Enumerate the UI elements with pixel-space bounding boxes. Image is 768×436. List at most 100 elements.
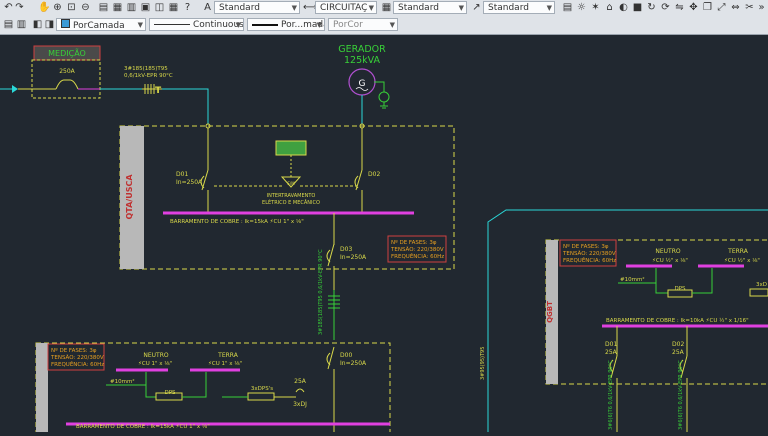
d03-breaker bbox=[326, 243, 335, 267]
mirror-icon[interactable]: ⇋ bbox=[674, 2, 685, 13]
layer-lock-icon[interactable]: ⌂ bbox=[604, 2, 615, 13]
properties-toolbar: ▤ ▥ ◧ ◨ PorCamada ▼ Continuous ▼ Por...mad… bbox=[0, 16, 768, 35]
zoom-realtime-icon[interactable]: ⊕ bbox=[52, 2, 63, 13]
svg-text:TERRA: TERRA bbox=[217, 352, 239, 359]
linetype-dropdown[interactable]: Continuous ▼ bbox=[149, 18, 244, 31]
text-style-dropdown[interactable]: Standard ▼ bbox=[214, 1, 300, 14]
plotstyle-dropdown[interactable]: PorCor ▼ bbox=[328, 18, 398, 31]
svg-text:Nº DE FASES: 3φ: Nº DE FASES: 3φ bbox=[563, 243, 609, 250]
color-swatch bbox=[61, 19, 70, 28]
design-center-icon[interactable]: ▦ bbox=[112, 2, 123, 13]
layer-previous-icon[interactable]: ◨ bbox=[44, 19, 55, 30]
qgbt-label: QGBT bbox=[546, 301, 554, 323]
zoom-previous-icon[interactable]: ⊖ bbox=[80, 2, 91, 13]
d01-label: D01 bbox=[176, 171, 188, 178]
interlock-box bbox=[275, 140, 307, 156]
table-style-dropdown[interactable]: Standard ▼ bbox=[393, 1, 467, 14]
layer-freeze-icon[interactable]: ✶ bbox=[590, 2, 601, 13]
zoom-window-icon[interactable]: ⊡ bbox=[66, 2, 77, 13]
cable1-spec: 3#185(185)T95 bbox=[124, 66, 168, 72]
match-properties-icon[interactable]: ◧ bbox=[32, 19, 43, 30]
color-icon[interactable]: ■ bbox=[632, 2, 643, 13]
svg-text:TENSÃO: 220/380V: TENSÃO: 220/380V bbox=[562, 250, 616, 257]
lineweight-dropdown[interactable]: Por...mada ▼ bbox=[247, 18, 325, 31]
dim-style-dropdown[interactable]: CIRCUITAÇ ▼ bbox=[315, 1, 377, 14]
d01-rating: In=250A bbox=[176, 179, 203, 186]
layer-state-icon[interactable]: ▤ bbox=[3, 19, 14, 30]
interlock-label: INTERTRAVAMENTO bbox=[267, 193, 316, 199]
svg-text:#10mm²: #10mm² bbox=[110, 378, 135, 385]
help-icon[interactable]: ? bbox=[182, 2, 193, 13]
undo-icon[interactable]: ↶ bbox=[3, 2, 14, 13]
bottom-panel-label-bar bbox=[36, 343, 48, 436]
pan-icon[interactable]: ✋ bbox=[38, 2, 50, 13]
properties-icon[interactable]: ▤ bbox=[98, 2, 109, 13]
svg-text:D01: D01 bbox=[605, 341, 617, 348]
svg-text:⚡CU 1" x ⅛": ⚡CU 1" x ⅛" bbox=[138, 360, 172, 367]
qgbt-dps3-device bbox=[749, 288, 768, 297]
layer-isolate-icon[interactable]: ◐ bbox=[618, 2, 629, 13]
layer-manager-icon[interactable]: ▥ bbox=[16, 19, 27, 30]
svg-text:NEUTRO: NEUTRO bbox=[655, 248, 681, 255]
svg-text:3#6(6)T6 0,6/1kV-EPR 90°C: 3#6(6)T6 0,6/1kV-EPR 90°C bbox=[678, 360, 684, 430]
svg-text:⚡CU 1" x ⅛": ⚡CU 1" x ⅛" bbox=[208, 360, 242, 367]
svg-text:DPS: DPS bbox=[674, 286, 686, 292]
svg-text:#10mm²: #10mm² bbox=[620, 276, 645, 283]
rotate-icon[interactable]: ⟳ bbox=[660, 2, 671, 13]
svg-text:TERRA: TERRA bbox=[727, 248, 749, 255]
table-style-icon: ▦ bbox=[381, 2, 392, 13]
refresh-icon[interactable]: ↻ bbox=[646, 2, 657, 13]
svg-text:D02: D02 bbox=[672, 341, 684, 348]
move-icon[interactable]: ✥ bbox=[688, 2, 699, 13]
svg-text:3#6(6)T6 0,6/1kV-EPR 90°C: 3#6(6)T6 0,6/1kV-EPR 90°C bbox=[608, 360, 614, 430]
d03-rating: In=250A bbox=[340, 254, 367, 261]
svg-text:⚡CU ½" x ⅛": ⚡CU ½" x ⅛" bbox=[724, 257, 760, 264]
meter-breaker-label: 250A bbox=[59, 68, 75, 75]
single-line-diagram: MEDIÇÃO 250A 3#185(185)T95 0,6/1kV-EPR 9… bbox=[0, 44, 768, 436]
svg-text:25A: 25A bbox=[605, 349, 618, 356]
svg-text:3xDJ: 3xDJ bbox=[293, 401, 307, 408]
qgbt-feeder-cable: 3#95(95)T95 bbox=[480, 347, 486, 380]
tool-palettes-icon[interactable]: ▥ bbox=[126, 2, 137, 13]
more-tools-icon[interactable]: » bbox=[756, 2, 767, 13]
incoming-feeder-arrow bbox=[12, 85, 18, 93]
svg-text:FREQUÊNCIA: 60Hz: FREQUÊNCIA: 60Hz bbox=[51, 360, 104, 368]
svg-text:25A: 25A bbox=[672, 349, 685, 356]
svg-text:FREQUÊNCIA: 60Hz: FREQUÊNCIA: 60Hz bbox=[563, 256, 616, 264]
dps3-device bbox=[247, 392, 275, 401]
qta-busbar-label: BARRAMENTO DE COBRE : Ik=15kA ⚡CU 1" x ⅛… bbox=[170, 218, 304, 225]
svg-text:TENSÃO: 220/380V: TENSÃO: 220/380V bbox=[390, 246, 444, 253]
bottom-busbar-label: BARRAMENTO DE COBRE : Ik=15kA ⚡CU 1" x ⅛… bbox=[76, 423, 210, 430]
layer-on-icon[interactable]: ☼ bbox=[576, 2, 587, 13]
d00-label: D00 bbox=[340, 352, 352, 359]
svg-text:TENSÃO: 220/380V: TENSÃO: 220/380V bbox=[50, 354, 104, 361]
svg-text:25A: 25A bbox=[294, 378, 307, 385]
layer-properties-icon[interactable]: ▤ bbox=[562, 2, 573, 13]
cable1-insulation: 0,6/1kV-EPR 90°C bbox=[124, 73, 173, 79]
dim-style-icon: ⟷ bbox=[303, 2, 318, 13]
scale-icon[interactable]: ⤢ bbox=[716, 2, 727, 13]
redo-icon[interactable]: ↷ bbox=[14, 2, 25, 13]
sheet-set-icon[interactable]: ▣ bbox=[140, 2, 151, 13]
svg-text:E/M: E/M bbox=[287, 181, 295, 186]
meter-label: MEDIÇÃO bbox=[48, 48, 86, 58]
stretch-icon[interactable]: ⇔ bbox=[730, 2, 741, 13]
svg-text:Nº DE FASES: 3φ: Nº DE FASES: 3φ bbox=[391, 239, 437, 246]
meter-box bbox=[31, 59, 101, 99]
d00-breaker bbox=[326, 346, 335, 370]
svg-text:⚡CU ½" x ⅛": ⚡CU ½" x ⅛" bbox=[652, 257, 688, 264]
markup-icon[interactable]: ◫ bbox=[154, 2, 165, 13]
color-dropdown[interactable]: PorCamada ▼ bbox=[56, 18, 146, 31]
trim-icon[interactable]: ✂ bbox=[744, 2, 755, 13]
d00-rating: In=250A bbox=[340, 360, 367, 367]
svg-text:NEUTRO: NEUTRO bbox=[143, 352, 169, 359]
d03-label: D03 bbox=[340, 246, 352, 253]
copy-icon[interactable]: ❐ bbox=[702, 2, 713, 13]
svg-text:3xD: 3xD bbox=[756, 282, 767, 288]
svg-text:3xDPS's: 3xDPS's bbox=[251, 386, 273, 392]
drawing-canvas[interactable]: MEDIÇÃO 250A 3#185(185)T95 0,6/1kV-EPR 9… bbox=[0, 35, 768, 436]
mleader-style-icon: ↗ bbox=[472, 2, 481, 13]
text-style-icon: A bbox=[204, 2, 211, 13]
mleader-style-dropdown[interactable]: Standard ▼ bbox=[483, 1, 555, 14]
calculator-icon[interactable]: ▦ bbox=[168, 2, 179, 13]
